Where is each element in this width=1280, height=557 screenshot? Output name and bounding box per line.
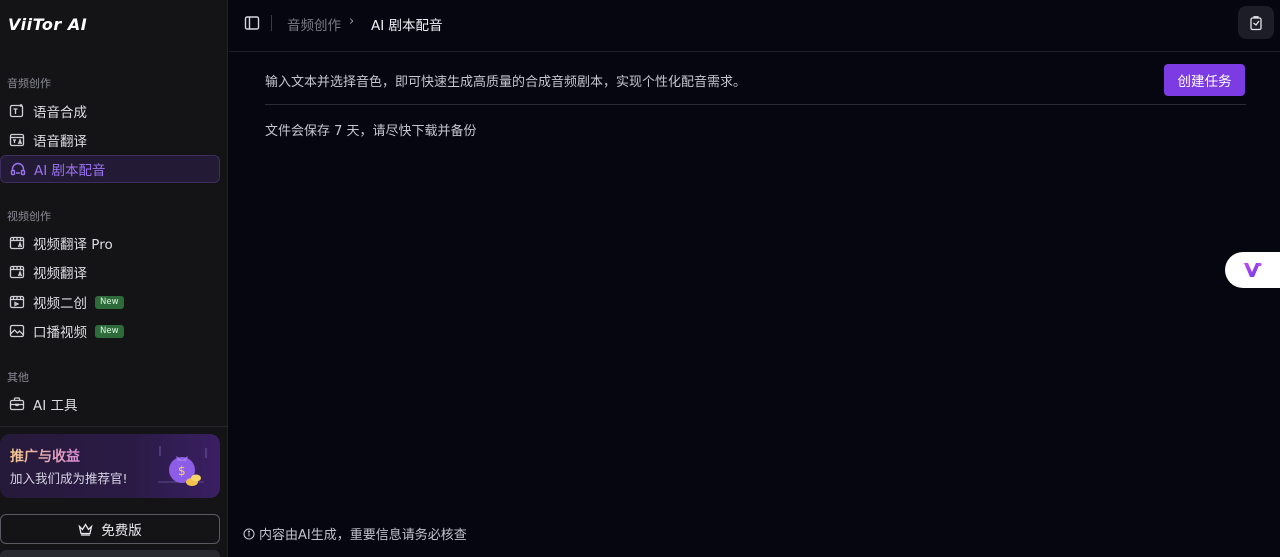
money-bag-icon: $: [158, 446, 207, 486]
sidebar-item-label: 视频二创: [33, 296, 87, 312]
promo-card[interactable]: 推广与收益 加入我们成为推荐官! $: [0, 434, 220, 498]
create-task-button[interactable]: 创建任务: [1164, 64, 1245, 96]
sidebar-item-label: 视频翻译 Pro: [33, 237, 113, 253]
breadcrumb-parent[interactable]: 音频创作: [287, 14, 341, 34]
content-divider: [265, 104, 1246, 105]
sidebar-item-label: 口播视频: [33, 325, 87, 341]
sidebar-item-ai-script-dubbing[interactable]: AI 剧本配音: [0, 155, 220, 183]
sidebar-item-label: 语音翻译: [33, 134, 87, 150]
clipboard-button[interactable]: [1238, 6, 1274, 39]
image-icon: [8, 323, 25, 340]
sidebar-item-ai-tools[interactable]: AI 工具: [0, 390, 220, 418]
chevron-right-icon: ›: [349, 14, 355, 29]
promo-title: 推广与收益: [10, 446, 80, 466]
info-icon: [243, 527, 255, 540]
retention-note: 文件会保存 7 天，请尽快下载并备份: [265, 124, 477, 139]
header-separator: [271, 15, 272, 31]
sidebar-item-label: AI 剧本配音: [34, 163, 106, 179]
ai-disclaimer: 内容由AI生成，重要信息请务必核查: [243, 524, 467, 543]
video-translate-icon: [8, 235, 25, 252]
sidebar-item-video-translation[interactable]: 视频翻译: [0, 258, 220, 286]
page-description: 输入文本并选择音色，即可快速生成高质量的合成音频剧本，实现个性化配音需求。: [265, 75, 747, 90]
toolbox-icon: [8, 396, 25, 413]
text-audio-icon: [8, 103, 25, 120]
section-title-audio: 音频创作: [7, 77, 51, 90]
promo-subtitle: 加入我们成为推荐官!: [10, 471, 128, 486]
svg-text:$: $: [178, 464, 186, 478]
free-plan-button[interactable]: 免费版: [0, 514, 220, 544]
new-badge: New: [95, 324, 124, 338]
sidebar-item-label: AI 工具: [33, 398, 78, 414]
video-edit-icon: [8, 294, 25, 311]
sidebar-item-label: 语音合成: [33, 105, 87, 121]
top-bar: 音频创作 › AI 剧本配音: [229, 0, 1280, 52]
sidebar-item-label: 视频翻译: [33, 266, 87, 282]
free-plan-label: 免费版: [101, 523, 142, 539]
account-strip[interactable]: [0, 550, 220, 557]
logo[interactable]: ViiTor AI: [8, 12, 87, 36]
sidebar-divider: [0, 426, 228, 427]
clipboard-icon: [1250, 15, 1262, 30]
sidebar-item-video-remix[interactable]: 视频二创 New: [0, 288, 220, 316]
floating-assistant-button[interactable]: [1225, 252, 1280, 288]
sidebar-item-speech-synthesis[interactable]: 语音合成: [0, 97, 220, 125]
translate-icon: [8, 132, 25, 149]
sidebar: ViiTor AI 音频创作 语音合成 语音翻译 AI 剧本配音 视频创作 视频…: [0, 0, 228, 557]
section-title-other: 其他: [7, 371, 29, 384]
logo-text: ViiTor AI: [8, 14, 88, 34]
sidebar-item-video-translation-pro[interactable]: 视频翻译 Pro: [0, 229, 220, 257]
video-translate-icon: [8, 264, 25, 281]
sidebar-toggle-icon[interactable]: [244, 15, 260, 31]
viitor-logo-icon: [1244, 262, 1262, 277]
new-badge: New: [95, 295, 124, 309]
sidebar-item-speech-translation[interactable]: 语音翻译: [0, 126, 220, 154]
ai-disclaimer-text: 内容由AI生成，重要信息请务必核查: [259, 528, 467, 543]
breadcrumb-current: AI 剧本配音: [371, 18, 443, 34]
section-title-video: 视频创作: [7, 210, 51, 223]
headset-icon: [9, 161, 26, 178]
crown-icon: [78, 522, 93, 536]
sidebar-item-talking-video[interactable]: 口播视频 New: [0, 317, 220, 345]
